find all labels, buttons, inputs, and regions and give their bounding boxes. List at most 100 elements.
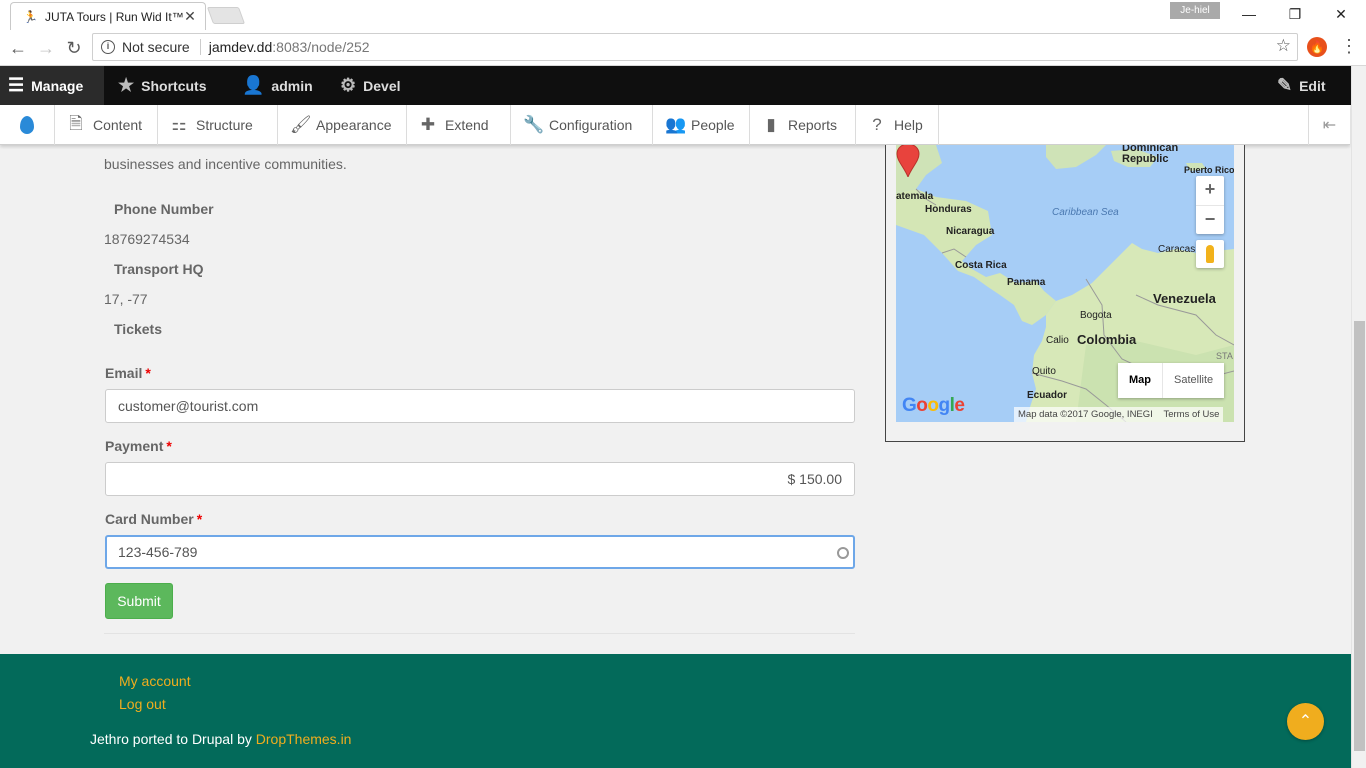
url-input[interactable]: i Not secure jamdev.dd:8083/node/252 ☆	[92, 33, 1298, 61]
extension-fire-icon[interactable]: 🔥	[1307, 37, 1327, 57]
bar-chart-icon: ▮	[766, 115, 776, 134]
dropthemes-link[interactable]: DropThemes.in	[256, 731, 352, 747]
structure-icon: ⚏	[171, 115, 187, 134]
map-label: Calio	[1046, 335, 1069, 346]
my-account-link[interactable]: My account	[119, 673, 191, 689]
tray-item-appearance[interactable]: 🖌 Appearance	[278, 105, 407, 145]
scroll-to-top-button[interactable]: ⌃	[1287, 703, 1324, 740]
close-tab-icon[interactable]: ✕	[183, 8, 197, 25]
map-label: Colombia	[1077, 332, 1137, 347]
autofill-circle-icon[interactable]	[837, 547, 849, 559]
map-label: Caribbean Sea	[1052, 207, 1119, 218]
map-label: Costa Rica	[955, 260, 1007, 271]
payment-field[interactable]: $ 150.00	[105, 462, 855, 496]
toolbar-user[interactable]: 👤 admin	[242, 66, 313, 105]
payment-label-text: Payment	[105, 438, 164, 454]
zoom-in-button[interactable]: +	[1196, 176, 1224, 205]
tray-item-people[interactable]: 👥 People	[653, 105, 750, 145]
submit-button[interactable]: Submit	[105, 583, 173, 619]
site-footer: My account Log out Jethro ported to Drup…	[0, 654, 1351, 768]
back-arrow-icon[interactable]: ←	[6, 36, 30, 60]
intro-text: businesses and incentive communities.	[104, 156, 347, 172]
tray-item-reports[interactable]: ▮ Reports	[750, 105, 856, 145]
reload-icon[interactable]: ↻	[62, 36, 86, 60]
map-label: Bogota	[1080, 310, 1112, 321]
map-type-control: Map Satellite	[1118, 363, 1225, 398]
required-mark: *	[166, 438, 172, 454]
info-icon[interactable]: i	[101, 40, 115, 54]
close-window-button[interactable]: ✕	[1318, 0, 1364, 28]
tray-item-label: Structure	[196, 117, 253, 133]
phone-value: 18769274534	[104, 231, 190, 247]
security-label[interactable]: Not secure	[122, 39, 201, 55]
map-label: atemala	[896, 191, 934, 202]
map-label: Panama	[1007, 277, 1046, 288]
new-tab-button[interactable]	[206, 7, 246, 24]
map-label: Puerto Rico	[1184, 165, 1234, 175]
user-icon: 👤	[242, 75, 265, 95]
admin-toolbar: ☰ Manage ★ Shortcuts 👤 admin ⚙ Devel ✎ E…	[0, 66, 1366, 105]
email-label-text: Email	[105, 365, 143, 381]
toolbar-shortcuts[interactable]: ★ Shortcuts	[118, 66, 206, 105]
people-icon: 👥	[665, 115, 687, 134]
terms-of-use-link[interactable]: Terms of Use	[1163, 409, 1219, 420]
profile-badge[interactable]: Je-hiel	[1170, 2, 1220, 19]
card-label-text: Card Number	[105, 511, 194, 527]
url-path: :8083/node/252	[272, 39, 370, 55]
forward-arrow-icon[interactable]: →	[34, 36, 58, 60]
bookmark-star-icon[interactable]: ☆	[1276, 36, 1291, 56]
log-out-link[interactable]: Log out	[119, 696, 166, 712]
tickets-label: Tickets	[114, 321, 162, 337]
phone-label: Phone Number	[114, 201, 214, 217]
card-number-label: Card Number *	[105, 511, 202, 527]
url-host: jamdev.dd	[208, 39, 273, 55]
map-label: STA	[1216, 351, 1233, 361]
email-field[interactable]: customer@tourist.com	[105, 389, 855, 423]
scrollbar-thumb[interactable]	[1354, 321, 1365, 751]
map-marker-icon[interactable]	[896, 145, 920, 177]
map-type-map-button[interactable]: Map	[1118, 363, 1162, 398]
tray-item-extend[interactable]: ✚ Extend	[407, 105, 511, 145]
browser-tab[interactable]: 🏃 JUTA Tours | Run Wid It™ ✕	[10, 2, 206, 30]
zoom-out-button[interactable]: −	[1196, 205, 1224, 234]
required-mark: *	[145, 365, 151, 381]
runner-favicon-icon: 🏃	[23, 9, 38, 24]
collapse-tray-icon[interactable]: ⇤	[1308, 105, 1350, 145]
browser-menu-icon[interactable]: ⋮	[1340, 36, 1358, 57]
hamburger-icon: ☰	[8, 75, 25, 95]
card-number-field[interactable]: 123-456-789	[105, 535, 855, 569]
tab-title: JUTA Tours | Run Wid It™	[45, 9, 183, 24]
toolbar-edit-label: Edit	[1299, 77, 1326, 94]
document-icon: 🗎	[69, 113, 83, 133]
tray-item-structure[interactable]: ⚏ Structure	[158, 105, 278, 145]
tray-item-label: People	[691, 117, 735, 133]
google-map[interactable]: Dominican Republic Puerto Rico atemala H…	[896, 145, 1234, 422]
tray-item-content[interactable]: 🗎 Content	[55, 105, 158, 145]
map-container: Dominican Republic Puerto Rico atemala H…	[885, 145, 1245, 442]
map-label: Nicaragua	[946, 226, 995, 237]
hq-value: 17, -77	[104, 291, 148, 307]
wrench-icon: 🔧	[523, 115, 545, 134]
tray-item-label: Appearance	[316, 117, 392, 133]
toolbar-edit[interactable]: ✎ Edit	[1277, 66, 1326, 105]
map-label: Quito	[1032, 366, 1056, 377]
browser-tab-bar: 🏃 JUTA Tours | Run Wid It™ ✕ Je-hiel — ❐…	[0, 0, 1366, 30]
restore-button[interactable]: ❐	[1272, 0, 1318, 28]
minimize-button[interactable]: —	[1226, 0, 1272, 28]
tray-item-configuration[interactable]: 🔧 Configuration	[511, 105, 653, 145]
map-label: Honduras	[925, 204, 972, 215]
drupal-logo-icon[interactable]	[0, 105, 55, 145]
toolbar-devel[interactable]: ⚙ Devel	[340, 66, 401, 105]
pegman-icon[interactable]	[1196, 240, 1224, 268]
map-type-satellite-button[interactable]: Satellite	[1162, 363, 1224, 398]
toolbar-user-label: admin	[271, 77, 313, 94]
page-scrollbar[interactable]	[1351, 66, 1366, 768]
tray-item-label: Help	[894, 117, 923, 133]
google-logo[interactable]: Google	[902, 395, 965, 417]
tray-item-help[interactable]: ? Help	[856, 105, 939, 145]
toolbar-manage[interactable]: ☰ Manage	[0, 66, 104, 105]
map-attribution-text: Map data ©2017 Google, INEGI	[1018, 409, 1153, 420]
admin-tray: 🗎 Content ⚏ Structure 🖌 Appearance ✚ Extend …	[0, 105, 1350, 145]
help-icon: ?	[872, 115, 882, 134]
tray-item-label: Configuration	[549, 117, 633, 133]
